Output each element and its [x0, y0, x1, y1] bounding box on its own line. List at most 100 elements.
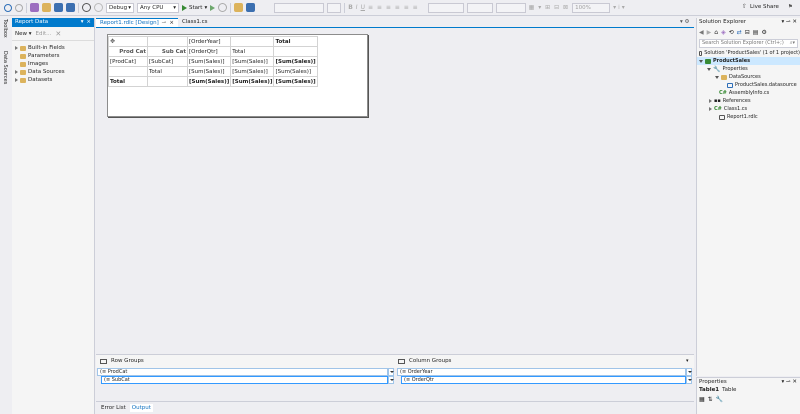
- tablix-cell[interactable]: [Sum(Sales)]: [230, 66, 275, 77]
- data-sources-tab[interactable]: Data Sources: [2, 51, 8, 84]
- row-group-prodcat-dropdown[interactable]: [388, 368, 394, 376]
- tablix-cell[interactable]: Sub Cat: [147, 46, 188, 57]
- tablix-cell[interactable]: [108, 66, 148, 77]
- column-group-orderqtr-dropdown[interactable]: [686, 376, 692, 384]
- column-group-orderqtr[interactable]: (≡ OrderQtr: [401, 376, 686, 384]
- collapse-all-icon[interactable]: ⊟: [745, 29, 750, 36]
- expand-arrow-icon[interactable]: [15, 78, 18, 82]
- tree-item-project[interactable]: ProductSales: [697, 57, 800, 65]
- expand-arrow-icon[interactable]: [709, 107, 712, 111]
- tree-item-solution[interactable]: Solution 'ProductSales' (1 of 1 project): [697, 49, 800, 57]
- tablix-cell[interactable]: [Sum(Sales)]: [273, 56, 318, 67]
- tablix-cell[interactable]: ✥: [108, 36, 148, 47]
- start-button[interactable]: Start ▾: [182, 4, 207, 11]
- tablix-cell[interactable]: [147, 76, 188, 87]
- home-icon[interactable]: ⌂: [714, 29, 718, 36]
- tree-item-parameters[interactable]: Parameters: [12, 52, 94, 60]
- categorized-icon[interactable]: ▦: [699, 396, 705, 403]
- tree-item-report1[interactable]: Report1.rdlc: [697, 113, 800, 121]
- row-group-subcat-dropdown[interactable]: [388, 376, 394, 384]
- save-all-icon[interactable]: [66, 3, 75, 12]
- tab-report1-design[interactable]: Report1.rdlc [Design] ⊸ ⨯: [96, 18, 178, 27]
- panel-pin-close-icon[interactable]: ▾ ⊸ ✕: [782, 378, 797, 387]
- more-icon[interactable]: ▾ ⁞ ▾: [613, 4, 625, 11]
- collapse-arrow-icon[interactable]: [699, 59, 703, 63]
- open-folder-icon[interactable]: [42, 3, 51, 12]
- tablix-cell[interactable]: [Sum(Sales)]: [186, 66, 232, 77]
- forward-icon[interactable]: [15, 3, 23, 12]
- property-pages-icon[interactable]: 🔧: [716, 396, 723, 403]
- align-icons[interactable]: ≡ ≡ ≡ ≡ ≡ ≡: [368, 4, 419, 11]
- font-name-select[interactable]: [274, 2, 325, 13]
- border-color-select[interactable]: [495, 2, 526, 13]
- properties-object-selector[interactable]: Table1 Table: [697, 387, 800, 396]
- browser-link-icon[interactable]: [234, 3, 244, 12]
- pending-changes-icon[interactable]: ⟲: [729, 29, 734, 36]
- tablix-cell[interactable]: [Sum(Sales)]: [273, 76, 318, 87]
- tablix-cell[interactable]: [ProdCat]: [108, 56, 148, 67]
- edit-button[interactable]: Edit...: [36, 31, 52, 37]
- tree-item-class1[interactable]: C# Class1.cs: [697, 105, 800, 113]
- forward-icon[interactable]: ▶: [707, 29, 712, 36]
- layout-icon[interactable]: [246, 3, 256, 12]
- column-group-orderyear-dropdown[interactable]: [686, 368, 692, 376]
- refresh-icon[interactable]: [218, 3, 228, 12]
- back-icon[interactable]: [4, 3, 12, 12]
- tree-item-references[interactable]: ▪▪ References: [697, 97, 800, 105]
- tablix-table1[interactable]: ✥ [OrderYear] Total Prod Cat Sub Cat [Or…: [108, 36, 318, 87]
- tablix-cell[interactable]: Total: [147, 66, 188, 77]
- tab-output[interactable]: Output: [129, 404, 153, 412]
- tablix-cell[interactable]: [OrderYear]: [186, 36, 232, 47]
- start-without-debugging-icon[interactable]: [210, 4, 216, 11]
- collapse-arrow-icon[interactable]: [707, 67, 711, 71]
- tablix-cell[interactable]: [273, 46, 318, 57]
- expand-arrow-icon[interactable]: [15, 46, 18, 50]
- expand-arrow-icon[interactable]: [709, 99, 712, 103]
- tree-item-datasets[interactable]: Datasets: [12, 76, 94, 84]
- new-button[interactable]: New ▾: [15, 31, 32, 37]
- solution-platform-select[interactable]: Any CPU ▾: [137, 2, 179, 13]
- expand-arrow-icon[interactable]: [15, 70, 18, 74]
- tablix-cell[interactable]: [SubCat]: [147, 56, 188, 67]
- properties-icon[interactable]: ⚙: [761, 29, 766, 36]
- new-project-icon[interactable]: [30, 3, 39, 12]
- grouping-options-icon[interactable]: ▾: [686, 358, 689, 364]
- row-group-subcat[interactable]: (≡ SubCat: [101, 376, 388, 384]
- tablix-cell[interactable]: [Sum(Sales)]: [186, 56, 232, 67]
- back-icon[interactable]: ◀: [699, 29, 704, 36]
- border-style-select[interactable]: [427, 2, 464, 13]
- tablix-cell[interactable]: [OrderQtr]: [186, 46, 232, 57]
- redo-icon[interactable]: [94, 3, 103, 12]
- feedback-icon[interactable]: ⚑: [788, 4, 793, 10]
- tab-overflow-icons[interactable]: ▾ ⚙: [680, 19, 689, 25]
- tree-item-built-in-fields[interactable]: Built-in Fields: [12, 44, 94, 52]
- save-icon[interactable]: [54, 3, 63, 12]
- delete-icon[interactable]: ✕: [55, 30, 61, 38]
- tablix-cell[interactable]: Prod Cat: [108, 46, 148, 57]
- tab-class1-cs[interactable]: Class1.cs: [178, 18, 212, 27]
- undo-icon[interactable]: [82, 3, 91, 12]
- italic-icon[interactable]: I: [356, 4, 358, 11]
- zoom-select[interactable]: 100%: [572, 2, 611, 13]
- solution-explorer-search[interactable]: Search Solution Explorer (Ctrl+;) ⌕▾: [699, 39, 798, 48]
- panel-pin-close-icon[interactable]: ▾ ⨯: [81, 18, 91, 27]
- toolbox-tab[interactable]: Toolbox: [2, 19, 8, 38]
- tablix-cell[interactable]: [Sum(Sales)]: [273, 66, 318, 77]
- underline-icon[interactable]: U: [361, 4, 365, 11]
- report-body[interactable]: ✥ [OrderYear] Total Prod Cat Sub Cat [Or…: [107, 34, 368, 117]
- row-group-prodcat[interactable]: (≡ ProdCat: [97, 368, 388, 376]
- show-all-files-icon[interactable]: ▤: [753, 29, 759, 36]
- switch-views-icon[interactable]: ◈: [721, 29, 726, 36]
- tablix-cell[interactable]: [Sum(Sales)]: [186, 76, 232, 87]
- tablix-cell[interactable]: Total: [273, 36, 318, 47]
- tablix-cell[interactable]: [230, 36, 275, 47]
- search-icon[interactable]: ⌕▾: [790, 40, 795, 47]
- tablix-cell[interactable]: Total: [230, 46, 275, 57]
- solution-configuration-select[interactable]: Debug ▾: [106, 2, 134, 13]
- column-group-orderyear[interactable]: (≡ OrderYear: [397, 368, 686, 376]
- tablix-cell[interactable]: [147, 36, 188, 47]
- bold-icon[interactable]: B: [348, 4, 353, 11]
- tree-item-datasources[interactable]: DataSources: [697, 73, 800, 81]
- tree-item-assemblyinfo[interactable]: C# AssemblyInfo.cs: [697, 89, 800, 97]
- panel-pin-close-icon[interactable]: ▾ ⊸ ✕: [782, 18, 797, 27]
